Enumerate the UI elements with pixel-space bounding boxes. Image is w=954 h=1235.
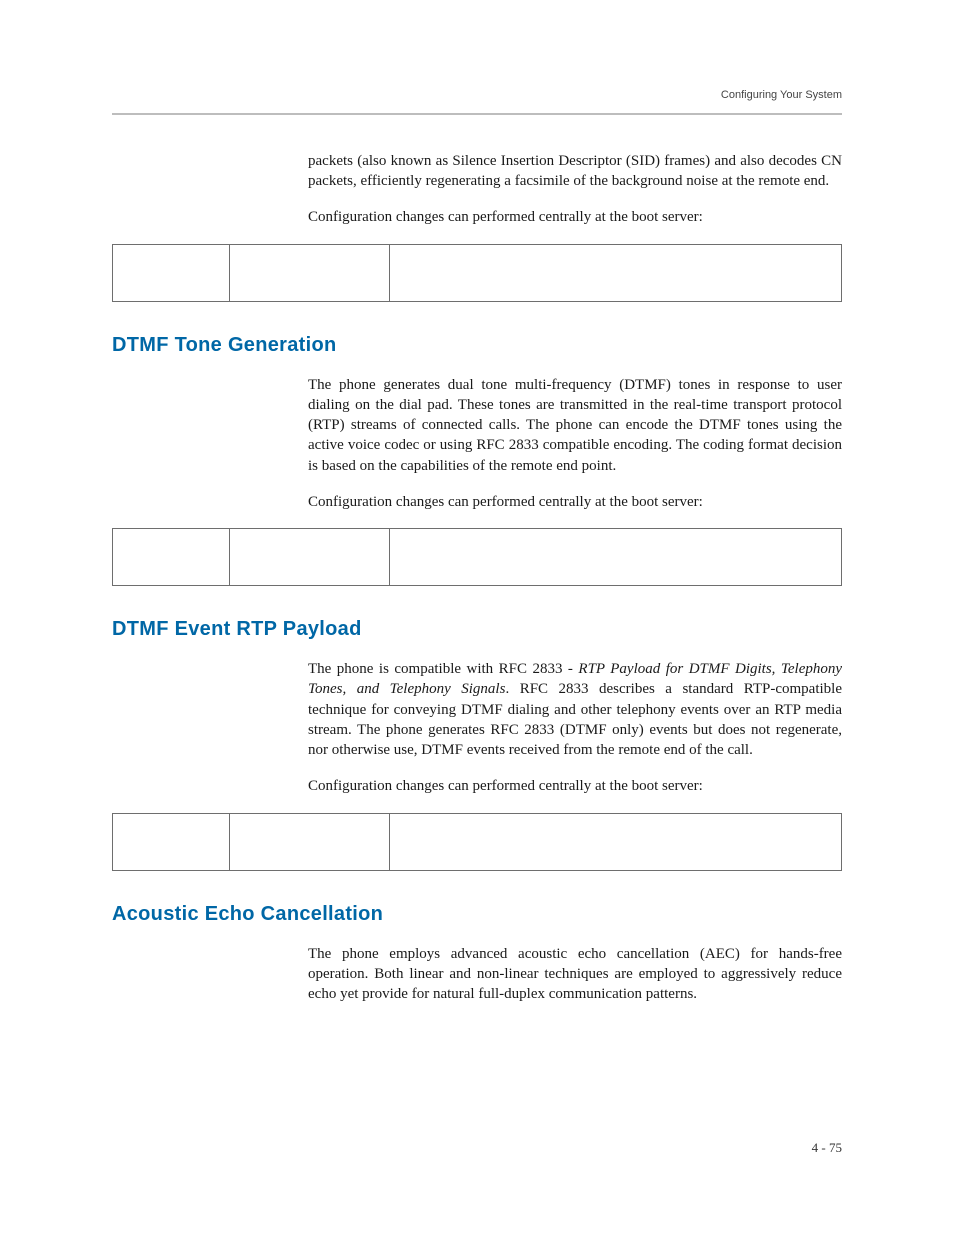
dtmf-payload-p1-pre: The phone is compatible with RFC 2833 - bbox=[308, 661, 578, 677]
table-cell bbox=[113, 529, 230, 586]
running-title: Configuring Your System bbox=[721, 88, 842, 103]
table-row bbox=[113, 244, 842, 301]
table-cell bbox=[390, 813, 842, 870]
config-table-1 bbox=[112, 244, 842, 302]
running-head: Configuring Your System bbox=[112, 88, 842, 103]
intro-p2: Configuration changes can performed cent… bbox=[308, 207, 842, 227]
header-rule bbox=[112, 113, 842, 115]
table-cell bbox=[229, 244, 389, 301]
table-row bbox=[113, 529, 842, 586]
table-row bbox=[113, 813, 842, 870]
heading-aec: Acoustic Echo Cancellation bbox=[112, 901, 842, 928]
dtmf-payload-p1: The phone is compatible with RFC 2833 - … bbox=[308, 659, 842, 760]
dtmf-tone-block: The phone generates dual tone multi-freq… bbox=[308, 375, 842, 513]
table-cell bbox=[113, 244, 230, 301]
intro-block: packets (also known as Silence Insertion… bbox=[308, 151, 842, 228]
page-number: 4 - 75 bbox=[812, 1139, 842, 1157]
table-cell bbox=[229, 529, 389, 586]
dtmf-payload-p2: Configuration changes can performed cent… bbox=[308, 776, 842, 796]
table-cell bbox=[113, 813, 230, 870]
dtmf-payload-block: The phone is compatible with RFC 2833 - … bbox=[308, 659, 842, 797]
config-table-3 bbox=[112, 813, 842, 871]
table-cell bbox=[390, 529, 842, 586]
config-table-2 bbox=[112, 528, 842, 586]
heading-dtmf-payload: DTMF Event RTP Payload bbox=[112, 616, 842, 643]
dtmf-tone-p1: The phone generates dual tone multi-freq… bbox=[308, 375, 842, 476]
intro-p1: packets (also known as Silence Insertion… bbox=[308, 151, 842, 192]
dtmf-tone-p2: Configuration changes can performed cent… bbox=[308, 492, 842, 512]
table-cell bbox=[390, 244, 842, 301]
page: Configuring Your System packets (also kn… bbox=[0, 0, 954, 1235]
aec-block: The phone employs advanced acoustic echo… bbox=[308, 944, 842, 1005]
table-cell bbox=[229, 813, 389, 870]
aec-p1: The phone employs advanced acoustic echo… bbox=[308, 944, 842, 1005]
heading-dtmf-tone: DTMF Tone Generation bbox=[112, 332, 842, 359]
